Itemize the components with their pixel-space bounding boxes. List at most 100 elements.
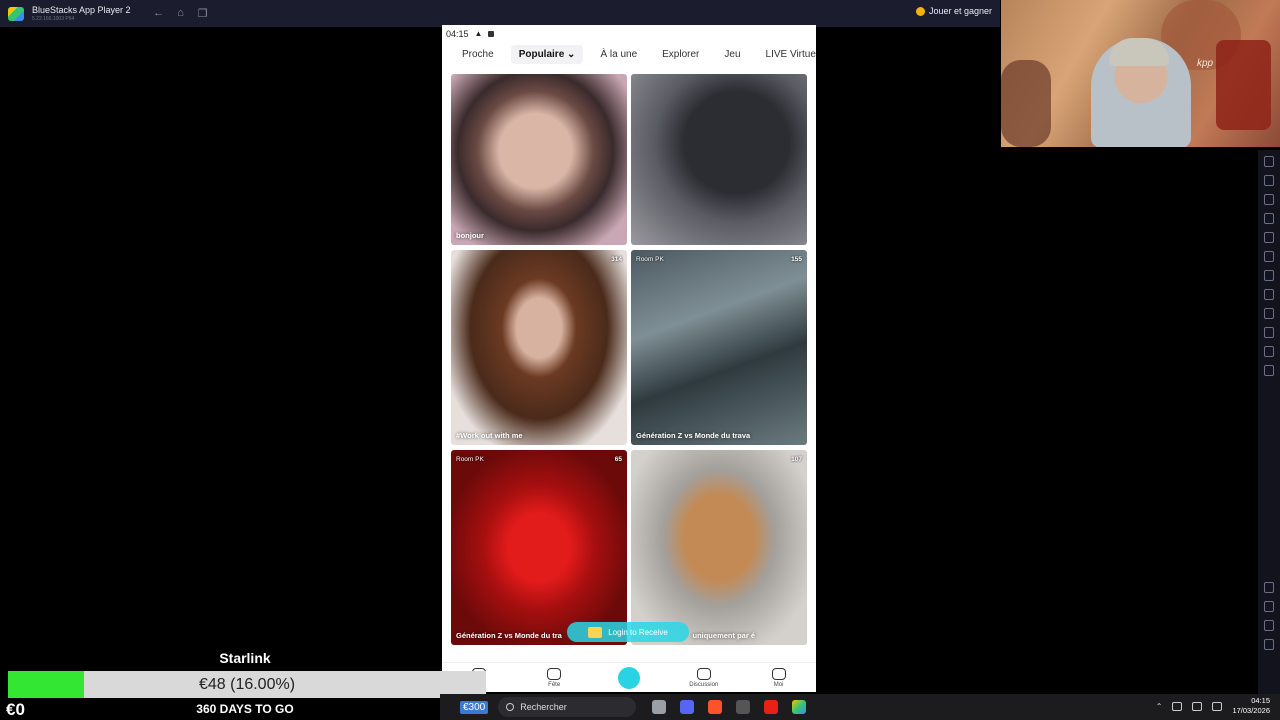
tray-expand-icon[interactable]: ⌃ (1156, 702, 1163, 711)
taskbar-clock[interactable]: 04:15 17/03/2026 (1232, 696, 1270, 716)
emulator-version: 5.22.166.1003 P64 (32, 15, 75, 22)
taskbar-time: 04:15 (1251, 696, 1270, 705)
party-icon (547, 667, 562, 680)
phone-screen: 04:15 ▲ Proche Populaire ⌄ À la une Expl… (442, 25, 816, 692)
bluestacks-taskbar-icon[interactable] (792, 700, 807, 714)
live-card[interactable]: Room PK 65 Génération Z vs Monde du tra (451, 450, 627, 645)
rotate-icon[interactable] (1264, 346, 1274, 357)
webcam-background-figure (1216, 40, 1271, 130)
webcam-streamer-cap (1109, 38, 1169, 66)
back-icon[interactable] (1264, 601, 1274, 612)
settings-icon[interactable] (1264, 582, 1274, 593)
viewer-count: 314 (611, 256, 622, 263)
goal-progress-bar: €48 (16.00%) (8, 671, 486, 698)
money-counter: €0 (6, 700, 25, 719)
live-card-caption: #Work out with me (456, 431, 523, 440)
nav-party[interactable]: Fête (524, 667, 584, 688)
recent-apps-icon[interactable]: ❐ (197, 7, 209, 20)
multi-instance-icon[interactable] (1264, 270, 1274, 281)
profile-icon (771, 667, 786, 680)
taskbar-apps (652, 700, 807, 714)
bluestacks-logo-icon (8, 6, 24, 21)
tab-game[interactable]: Jeu (724, 49, 740, 60)
tab-featured[interactable]: À la une (600, 49, 637, 60)
gift-icon (588, 626, 603, 638)
recent-icon[interactable] (1264, 639, 1274, 650)
goal-label: Starlink (219, 650, 271, 666)
widget-badge[interactable]: €300 (460, 700, 489, 714)
volume-icon[interactable] (1212, 701, 1223, 711)
emulator-title: BlueStacks App Player 2 (32, 4, 131, 15)
days-remaining: 360 DAYS TO GO (196, 702, 294, 716)
coin-icon (915, 6, 925, 16)
tab-virtual-live[interactable]: LIVE Virtuel (766, 49, 816, 60)
bottom-navigation: chir Fête Discussion Moi (442, 662, 816, 692)
viewer-count: 107 (791, 456, 802, 463)
live-card[interactable] (631, 74, 807, 245)
record-icon[interactable] (1264, 213, 1274, 224)
discord-icon[interactable] (680, 700, 695, 714)
webcam-overlay: kpp (1001, 0, 1280, 147)
macro-icon[interactable] (1264, 289, 1274, 300)
windows-taskbar: €300 Rechercher ⌃ 04:15 17/03/2026 (440, 694, 1280, 720)
tab-explore[interactable]: Explorer (662, 49, 699, 60)
youtube-icon[interactable] (764, 700, 779, 714)
play-and-win-button[interactable]: Jouer et gagner (915, 6, 992, 16)
gamepad-icon[interactable] (1264, 175, 1274, 186)
nav-party-label: Fête (548, 681, 561, 688)
warning-icon: ▲ (474, 29, 483, 38)
taskbar-date: 17/03/2026 (1232, 706, 1270, 715)
play-and-win-label: Jouer et gagner (928, 6, 992, 16)
brave-icon[interactable] (708, 700, 723, 714)
login-to-receive-label: Login to Receive (608, 627, 668, 637)
emulator-nav: ← ⌂ ❐ (153, 7, 209, 20)
app-icon[interactable] (736, 700, 751, 714)
layers-icon[interactable] (1264, 327, 1274, 338)
install-apk-icon[interactable] (1264, 251, 1274, 262)
home-button-icon[interactable] (1264, 620, 1274, 631)
live-card[interactable]: bonjour (451, 74, 627, 245)
goal-progress-text: €48 (16.00%) (198, 675, 296, 693)
live-card[interactable]: 107 uniquement par é (631, 450, 807, 645)
keyboard-icon[interactable] (1264, 156, 1274, 167)
system-tray: ⌃ 04:15 17/03/2026 (1156, 696, 1270, 716)
tab-popular[interactable]: Populaire ⌄ (510, 44, 584, 64)
status-time: 04:15 (446, 28, 469, 39)
home-icon[interactable]: ⌂ (175, 7, 187, 20)
nav-chat-label: Discussion (689, 681, 719, 688)
emulator-side-toolbar (1258, 150, 1280, 720)
login-to-receive-button[interactable]: Login to Receive (567, 622, 689, 642)
viewer-count: 65 (614, 456, 622, 463)
file-explorer-icon[interactable] (652, 700, 667, 714)
viewer-count: 155 (791, 256, 802, 263)
room-type-badge: Room PK (636, 256, 664, 263)
category-tabs: Proche Populaire ⌄ À la une Explorer Jeu… (442, 42, 816, 66)
back-arrow-icon[interactable]: ← (153, 7, 165, 20)
screenshot-icon[interactable] (1264, 194, 1274, 205)
live-card[interactable]: Room PK 155 Génération Z vs Monde du tra… (631, 250, 807, 445)
location-icon[interactable] (1264, 308, 1274, 319)
eco-mode-icon[interactable] (1264, 365, 1274, 376)
live-card-caption: bonjour (456, 231, 484, 240)
live-card-caption: Génération Z vs Monde du trava (636, 431, 751, 440)
screen: BlueStacks App Player 2 5.22.166.1003 P6… (0, 0, 1280, 720)
tab-nearby[interactable]: Proche (462, 49, 494, 60)
webcam-background-figure (1001, 60, 1051, 147)
taskbar-search-label: Rechercher (520, 702, 567, 712)
search-icon (506, 703, 515, 711)
nav-me-label: Moi (773, 681, 784, 688)
notification-icon (488, 30, 495, 37)
microphone-icon[interactable] (1172, 701, 1183, 711)
chevron-down-icon: ⌄ (567, 48, 576, 60)
nav-chat[interactable]: Discussion (674, 667, 734, 688)
toolbar-spacer (1264, 384, 1274, 574)
nav-go-live[interactable] (599, 666, 659, 689)
live-card-caption: Génération Z vs Monde du tra (456, 631, 562, 640)
network-icon[interactable] (1192, 701, 1203, 711)
media-folder-icon[interactable] (1264, 232, 1274, 243)
nav-me[interactable]: Moi (749, 667, 809, 688)
taskbar-search[interactable]: Rechercher (498, 697, 637, 717)
chat-icon (696, 667, 711, 680)
room-type-badge: Room PK (456, 456, 484, 463)
live-card[interactable]: 314 #Work out with me (451, 250, 627, 445)
